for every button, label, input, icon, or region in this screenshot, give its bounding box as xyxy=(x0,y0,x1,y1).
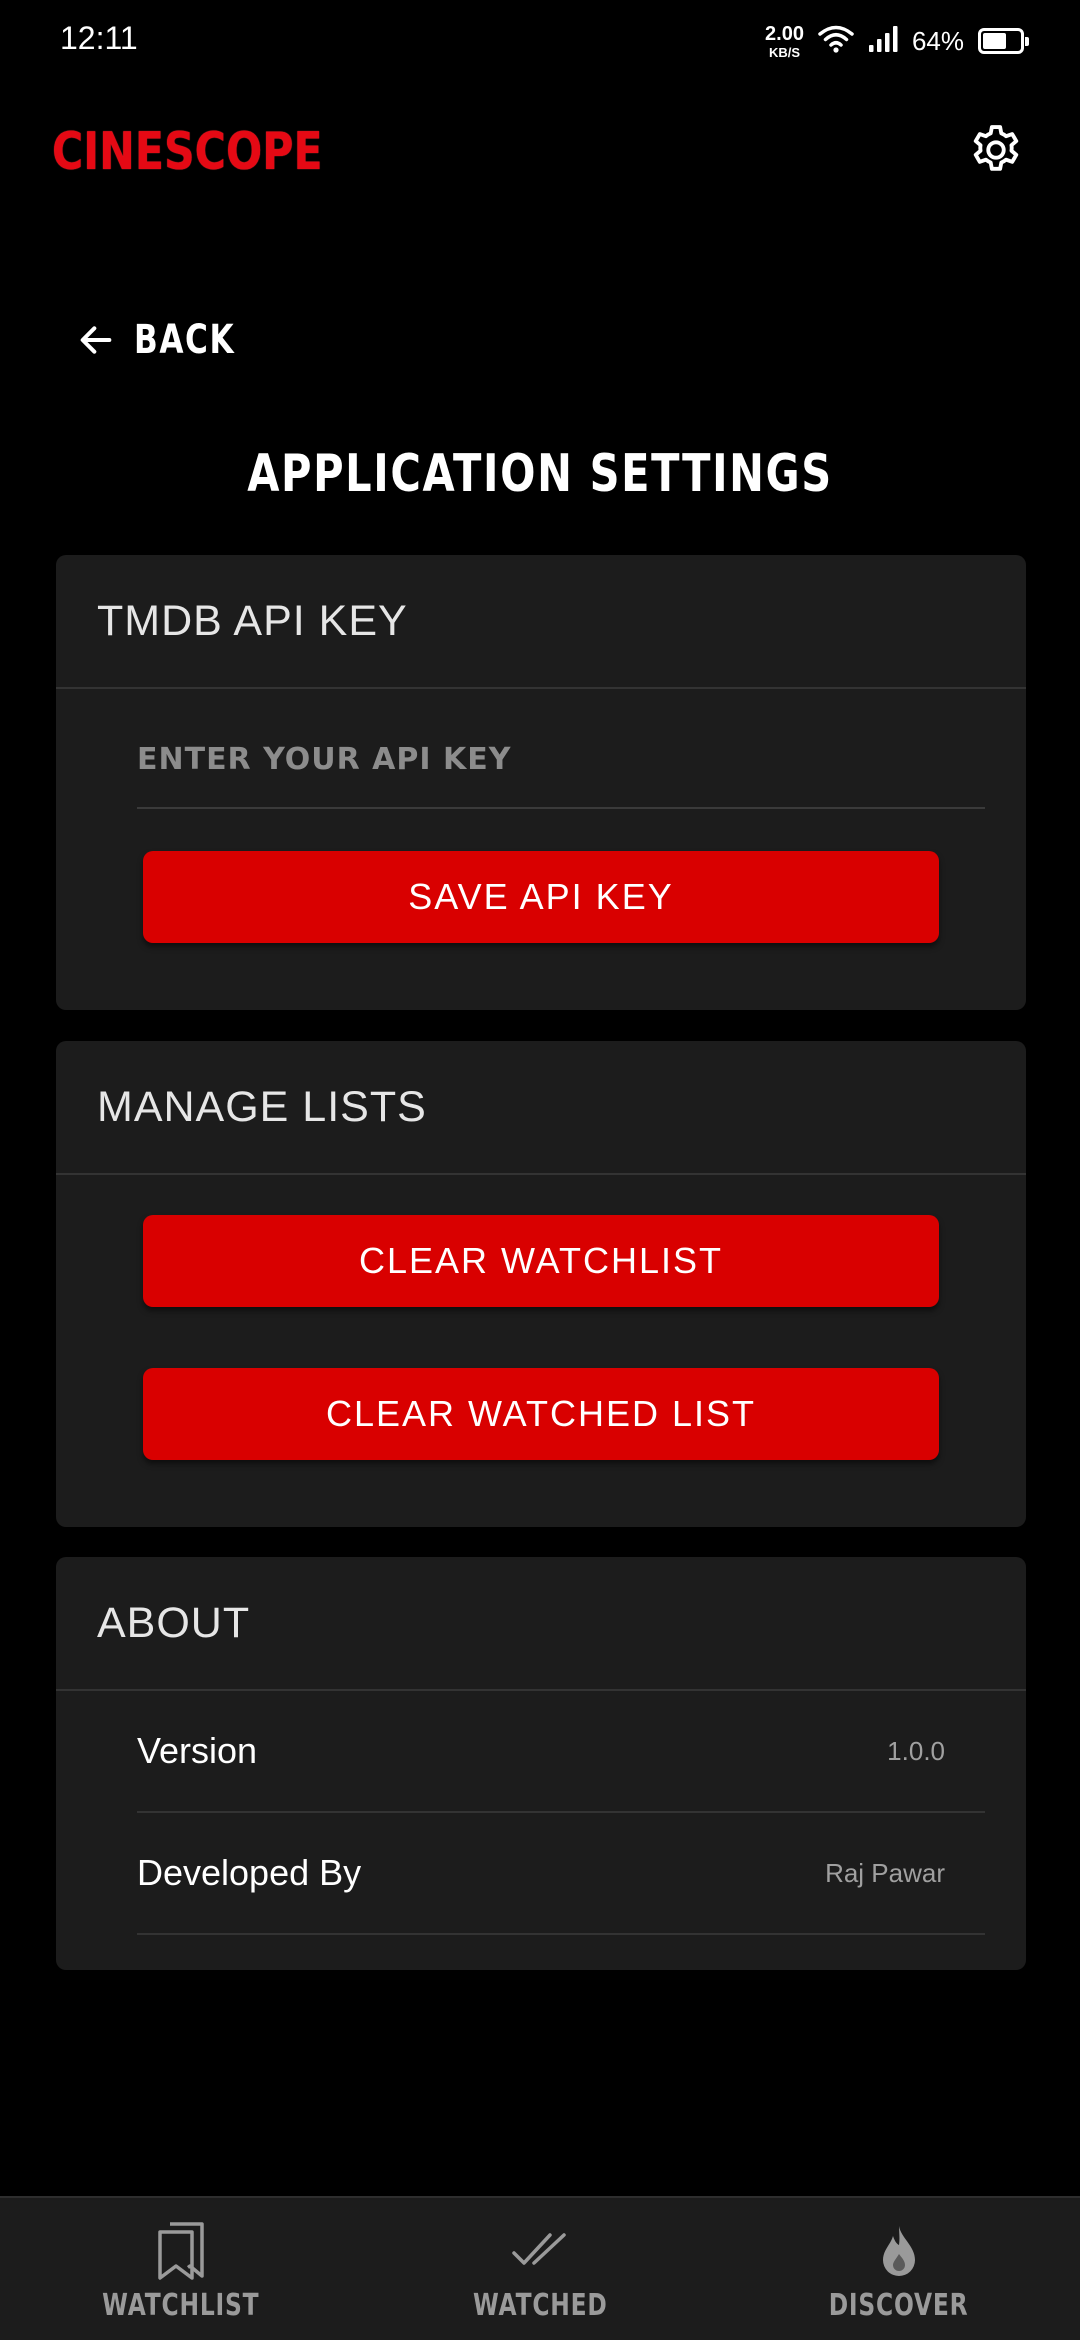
network-speed-value: 2.00 xyxy=(765,22,804,45)
network-speed: 2.00 KB/S xyxy=(765,24,804,59)
about-card: ABOUT Version 1.0.0 Developed By Raj Paw… xyxy=(56,1557,1026,1970)
bottom-navigation: WATCHLIST WATCHED DISCOVER xyxy=(0,2196,1080,2340)
back-button[interactable]: BACK xyxy=(76,310,264,370)
about-card-title: ABOUT xyxy=(56,1557,1026,1691)
nav-item-discover[interactable]: DISCOVER xyxy=(804,2198,994,2340)
flame-icon xyxy=(883,2226,915,2276)
network-speed-unit: KB/S xyxy=(768,44,801,60)
version-value: 1.0.0 xyxy=(887,1735,945,1766)
version-row: Version 1.0.0 xyxy=(137,1691,985,1813)
version-label: Version xyxy=(137,1730,258,1771)
settings-button[interactable] xyxy=(964,118,1028,182)
nav-label-discover: DISCOVER xyxy=(829,2288,969,2323)
manage-lists-card: MANAGE LISTS CLEAR WATCHLIST CLEAR WATCH… xyxy=(56,1041,1026,1527)
battery-icon xyxy=(978,28,1029,54)
page-title: APPLICATION SETTINGS xyxy=(0,444,1080,504)
nav-label-watched: WATCHED xyxy=(472,2288,608,2323)
settings-screen: 12:11 2.00 KB/S 64% CINESCOPE BACK APPLI… xyxy=(0,0,1080,2340)
developer-row: Developed By Raj Pawar xyxy=(137,1813,985,1935)
status-icons: 2.00 KB/S 64% xyxy=(765,16,1029,66)
manage-lists-card-title: MANAGE LISTS xyxy=(56,1041,1026,1175)
api-key-card-title: TMDB API KEY xyxy=(56,555,1026,689)
api-key-card: TMDB API KEY SAVE API KEY xyxy=(56,555,1026,1010)
battery-fill xyxy=(983,33,1007,49)
nav-item-watched[interactable]: WATCHED xyxy=(445,2198,635,2340)
status-time: 12:11 xyxy=(60,20,138,56)
status-bar: 12:11 2.00 KB/S 64% xyxy=(0,0,1080,80)
page-title-text: APPLICATION SETTINGS xyxy=(247,444,833,504)
developer-label: Developed By xyxy=(137,1852,362,1893)
developer-value: Raj Pawar xyxy=(825,1857,945,1888)
back-label: BACK xyxy=(134,317,236,363)
gear-icon xyxy=(973,125,1019,171)
nav-label-watchlist: WATCHLIST xyxy=(102,2288,260,2323)
clear-watchlist-button[interactable]: CLEAR WATCHLIST xyxy=(143,1215,939,1307)
app-logo: CINESCOPE xyxy=(52,122,323,182)
save-api-key-button[interactable]: SAVE API KEY xyxy=(143,851,939,943)
battery-percent: 64% xyxy=(911,25,964,56)
nav-item-watchlist[interactable]: WATCHLIST xyxy=(86,2198,276,2340)
api-key-input[interactable] xyxy=(137,689,985,809)
wifi-icon xyxy=(818,24,854,59)
clear-watched-list-button[interactable]: CLEAR WATCHED LIST xyxy=(143,1368,939,1460)
arrow-left-icon xyxy=(80,326,112,354)
double-check-icon xyxy=(512,2233,566,2265)
bookmarks-icon xyxy=(158,2222,204,2280)
signal-icon xyxy=(868,25,898,58)
